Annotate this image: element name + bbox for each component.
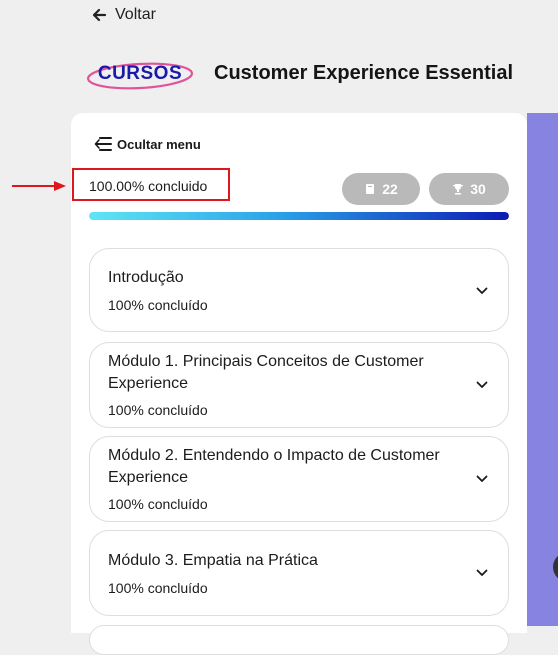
module-title: Módulo 3. Empatia na Prática [108,552,318,569]
trophies-count: 30 [470,181,486,197]
module-item-modulo-3[interactable]: Módulo 3. Empatia na Prática 100% conclu… [89,530,509,616]
chevron-down-icon[interactable] [476,287,488,295]
module-item-next[interactable] [89,625,509,655]
course-sidebar: Ocultar menu 100.00% concluido 22 30 Int… [71,113,527,655]
lessons-badge: 22 [342,173,420,205]
module-item-introducao[interactable]: Introdução 100% concluído [89,248,509,332]
chevron-down-icon[interactable] [476,569,488,577]
module-status: 100% concluído [108,580,208,596]
chevron-down-icon[interactable] [476,381,488,389]
module-status: 100% concluído [108,297,208,313]
back-label: Voltar [115,6,156,23]
back-link[interactable]: Voltar [91,6,156,24]
course-title: Customer Experience Essential [214,62,514,84]
hide-menu-label: Ocultar menu [117,136,201,152]
module-title: Módulo 1. Principais Conceitos de Custom… [108,353,424,392]
progress-bar [89,212,509,220]
module-item-modulo-2[interactable]: Módulo 2. Entendendo o Impacto de Custom… [89,436,509,522]
brand-logo: CURSOS [86,60,194,92]
brand-logo-text: CURSOS [97,63,183,84]
progress-bar-fill [89,212,509,220]
trophies-badge: 30 [429,173,509,205]
module-status: 100% concluído [108,402,208,418]
content-area [527,113,558,626]
lessons-count: 22 [382,181,398,197]
module-status: 100% concluído [108,496,208,512]
trophy-icon [453,184,464,195]
hide-menu-button[interactable]: Ocultar menu [93,135,201,153]
book-icon [366,184,375,194]
module-title: Módulo 2. Entendendo o Impacto de Custom… [108,447,440,486]
annotation-arrow-icon [12,181,66,191]
chevron-down-icon[interactable] [476,475,488,483]
module-item-modulo-1[interactable]: Módulo 1. Principais Conceitos de Custom… [89,342,509,428]
arrow-left-icon [92,8,107,22]
menu-collapse-icon [94,137,112,151]
module-title: Introdução [108,269,184,286]
annotation-highlight-box [72,168,230,201]
